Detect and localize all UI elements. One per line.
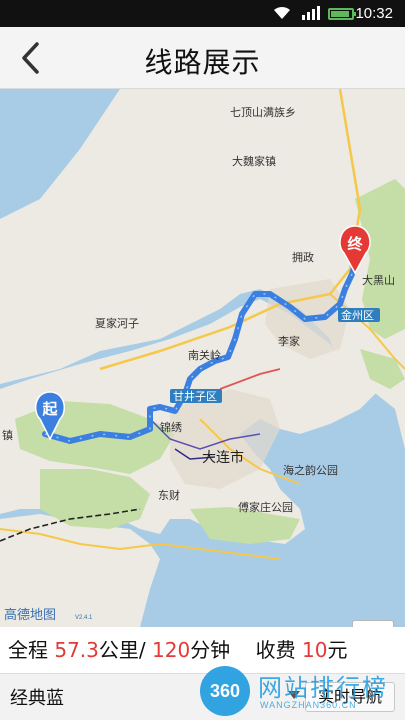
watermark: 360 网站排行榜 WANGZHAN360.CN	[200, 664, 405, 720]
label-zhen: 镇	[2, 428, 13, 442]
label-nanguanling: 南关岭	[188, 348, 221, 362]
gaode-logo: 高德地图	[4, 607, 56, 623]
fee-value: 10	[301, 638, 328, 662]
label-daweijia: 大魏家镇	[232, 154, 276, 168]
label-ganjingzi: 甘井子区	[173, 389, 217, 403]
label-yongzheng: 拥政	[292, 250, 314, 264]
map-canvas: 七顶山满族乡 大魏家镇 拥政 大黑山 夏家河子 金州区 李家 南关岭 甘井子区 …	[0, 89, 405, 627]
watermark-logo: 360	[200, 666, 250, 716]
signal-icon	[302, 6, 320, 20]
watermark-subtext: WANGZHAN360.CN	[260, 700, 357, 710]
status-time: 10:32	[355, 5, 393, 22]
watermark-text: 网站排行榜	[258, 674, 388, 702]
status-bar: 10:32	[0, 0, 405, 27]
label-dahei: 大黑山	[362, 273, 395, 287]
label-lijia: 李家	[278, 334, 300, 348]
fee-label: 收费	[255, 638, 296, 662]
page-title: 线路展示	[144, 46, 261, 79]
label-xiajiahezi: 夏家河子	[95, 316, 139, 330]
duration-unit: 分钟	[190, 638, 231, 662]
zoom-in-button[interactable]: +	[352, 620, 394, 627]
label-dalian: 大连市	[202, 449, 244, 466]
route-map[interactable]: 七顶山满族乡 大魏家镇 拥政 大黑山 夏家河子 金州区 李家 南关岭 甘井子区 …	[0, 89, 405, 627]
header: 线路展示	[0, 27, 405, 89]
distance-value: 57.3	[54, 638, 99, 662]
duration-value: 120	[152, 638, 191, 662]
gaode-version: V2.4.1	[75, 615, 93, 621]
label-dongcai: 东财	[158, 488, 180, 502]
battery-icon	[328, 8, 356, 20]
end-marker-label: 终	[347, 235, 363, 253]
color-scheme-select[interactable]: 经典蓝	[10, 684, 64, 710]
distance-unit: 公里/	[98, 638, 146, 662]
total-label: 全程	[8, 638, 48, 662]
label-qidingshan: 七顶山满族乡	[230, 105, 296, 119]
fee-unit: 元	[327, 638, 348, 662]
label-jinzhou: 金州区	[341, 308, 374, 322]
label-fujiazhuang: 傅家庄公园	[238, 500, 293, 514]
label-jinxiu: 锦绣	[160, 420, 182, 434]
label-haizhiyun: 海之韵公园	[283, 463, 338, 477]
start-marker-label: 起	[41, 400, 58, 418]
wifi-icon	[274, 6, 290, 20]
